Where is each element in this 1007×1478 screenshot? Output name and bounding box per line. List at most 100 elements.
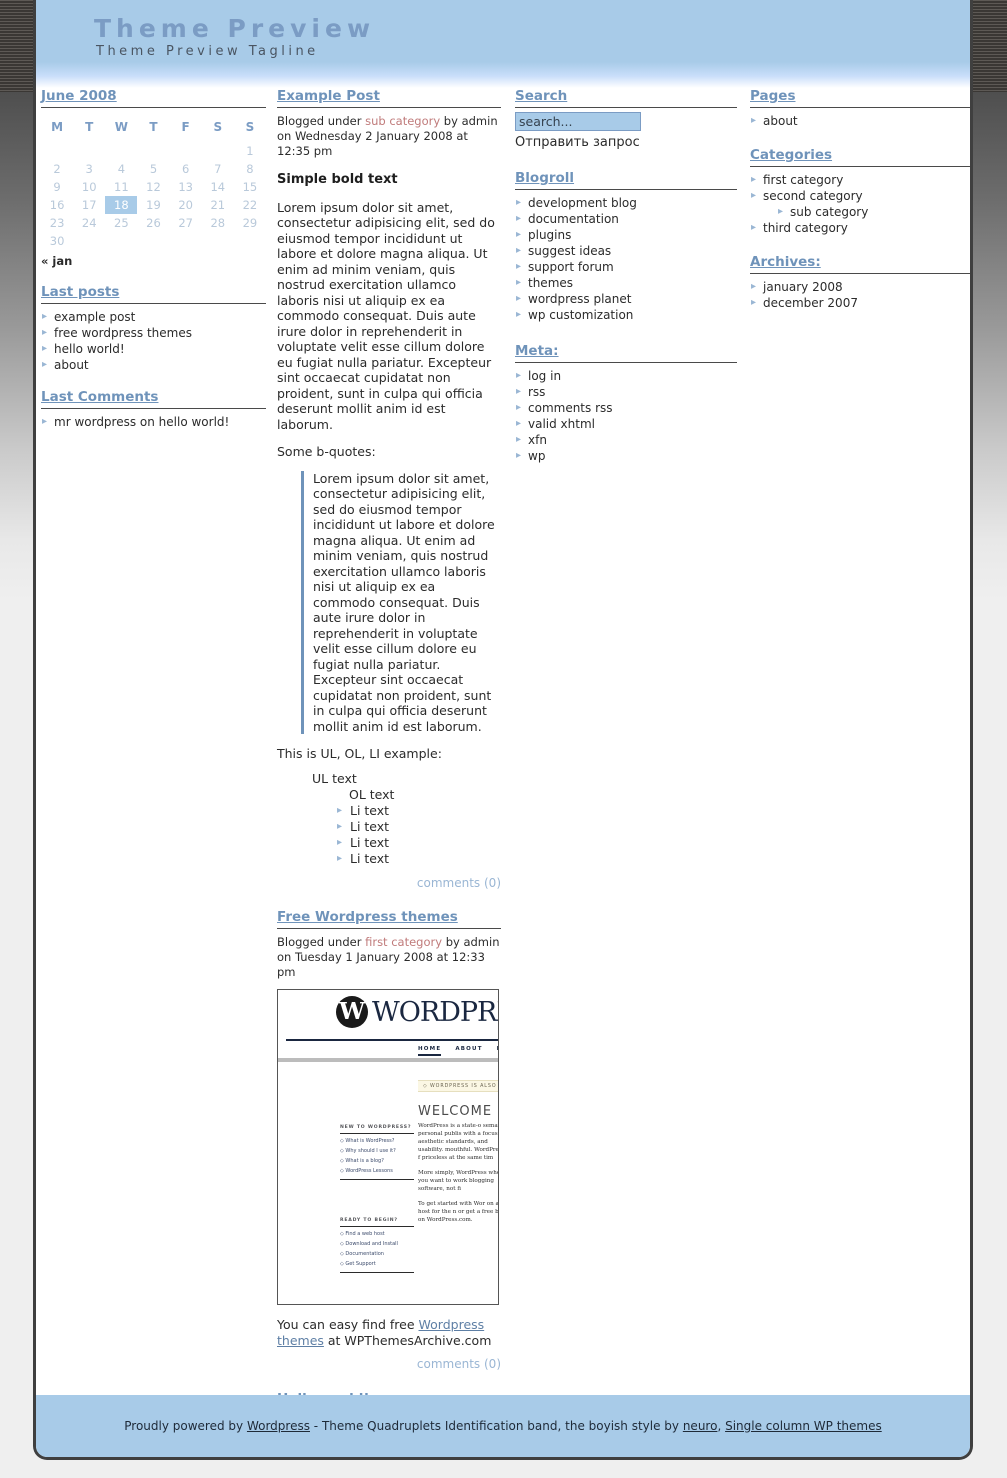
blogroll-link-6[interactable]: wordpress planet (528, 292, 631, 306)
calendar-day-12[interactable]: 12 (137, 178, 169, 196)
last-comment-link-0[interactable]: mr wordpress on hello world! (54, 415, 229, 429)
calendar-day-2[interactable]: 2 (41, 160, 73, 178)
widget-last-comments: Last Comments mr wordpress on hello worl… (41, 389, 266, 430)
list-item: suggest ideas (515, 243, 737, 259)
post-example-post: Example Post Blogged under sub category … (277, 88, 501, 891)
wordpress-block-rule-1 (340, 1272, 414, 1273)
archive-link-1[interactable]: december 2007 (763, 296, 858, 310)
calendar-day-27[interactable]: 27 (170, 214, 202, 232)
footer-neuro-link[interactable]: neuro (683, 1419, 718, 1433)
calendar-day-empty (105, 142, 137, 160)
wordpress-block-item-1-0: ◇ Find a web host (340, 1231, 385, 1237)
last-comments-list: mr wordpress on hello world! (41, 414, 266, 430)
calendar-day-empty (170, 232, 202, 250)
archives-list: january 2008 december 2007 (750, 279, 970, 311)
calendar-weekday-3: T (149, 120, 158, 134)
post-category-link[interactable]: sub category (365, 114, 440, 128)
calendar-day-19[interactable]: 19 (137, 196, 169, 214)
calendar-day-17[interactable]: 17 (73, 196, 105, 214)
wordpress-block-item-1-2: ◇ Documentation (340, 1251, 384, 1257)
list-item: comments rss (515, 400, 737, 416)
list-item: free wordpress themes (41, 325, 266, 341)
blogroll-link-3[interactable]: suggest ideas (528, 244, 611, 258)
search-input[interactable] (515, 112, 641, 131)
footer-mid: - Theme Quadruplets Identification band,… (309, 1419, 683, 1433)
calendar-day-25[interactable]: 25 (105, 214, 137, 232)
category-link-1[interactable]: second category (763, 189, 863, 203)
calendar-day-9[interactable]: 9 (41, 178, 73, 196)
calendar-day-23[interactable]: 23 (41, 214, 73, 232)
meta-link-3[interactable]: valid xhtml (528, 417, 595, 431)
last-post-link-1[interactable]: free wordpress themes (54, 326, 192, 340)
calendar-day-16[interactable]: 16 (41, 196, 73, 214)
list-item: wp (515, 448, 737, 464)
calendar-day-10[interactable]: 10 (73, 178, 105, 196)
archive-link-0[interactable]: january 2008 (763, 280, 843, 294)
blogroll-link-7[interactable]: wp customization (528, 308, 633, 322)
calendar-prev-link[interactable]: « jan (41, 250, 266, 268)
calendar-day-11[interactable]: 11 (105, 178, 137, 196)
li-list: Li textLi textLi textLi text (337, 803, 501, 867)
post-comments-link[interactable]: comments (0) (277, 876, 501, 892)
meta-link-1[interactable]: rss (528, 385, 545, 399)
comments-count-label[interactable]: comments (0) (417, 876, 501, 890)
blogroll-list: development blog documentation plugins sugg… (515, 195, 737, 323)
page-link-0[interactable]: about (763, 114, 798, 128)
calendar-day-3[interactable]: 3 (73, 160, 105, 178)
post-title-link[interactable]: Free Wordpress themes (277, 909, 458, 925)
meta-link-5[interactable]: wp (528, 449, 545, 463)
meta-link-0[interactable]: log in (528, 369, 561, 383)
calendar-day-13[interactable]: 13 (170, 178, 202, 196)
site-title[interactable]: Theme Preview (94, 14, 375, 43)
last-post-link-0[interactable]: example post (54, 310, 135, 324)
search-submit-button[interactable]: Отправить запрос (515, 135, 640, 150)
footer-themes-link[interactable]: Single column WP themes (725, 1419, 882, 1433)
calendar-day-15[interactable]: 15 (234, 178, 266, 196)
meta-link-2[interactable]: comments rss (528, 401, 613, 415)
calendar-day-6[interactable]: 6 (170, 160, 202, 178)
calendar-day-4[interactable]: 4 (105, 160, 137, 178)
last-post-link-2[interactable]: hello world! (54, 342, 125, 356)
calendar-day-7[interactable]: 7 (202, 160, 234, 178)
calendar-prev-label[interactable]: « jan (41, 254, 72, 268)
post-meta: Blogged under sub category by admin on W… (277, 114, 501, 159)
calendar-week-row: 16 17 18 19 20 21 22 (41, 196, 266, 214)
calendar-day-1[interactable]: 1 (234, 142, 266, 160)
wordpress-nav-item-2: EXTEND (497, 1046, 498, 1052)
calendar-day-24[interactable]: 24 (73, 214, 105, 232)
blogroll-link-0[interactable]: development blog (528, 196, 637, 210)
category-link-0[interactable]: first category (763, 173, 843, 187)
calendar-day-5[interactable]: 5 (137, 160, 169, 178)
wordpress-wordmark: WORDPRE (372, 997, 498, 1028)
sub-category-link-0[interactable]: sub category (790, 205, 868, 219)
calendar-day-20[interactable]: 20 (170, 196, 202, 214)
last-comments-title: Last Comments (41, 389, 266, 409)
wordpress-paragraph-0: WordPress is a state-o semantic personal… (418, 1123, 499, 1161)
calendar-day-22[interactable]: 22 (234, 196, 266, 214)
wordpress-notice-banner: ◇ WORDPRESS IS ALSO (418, 1080, 498, 1092)
calendar-day-empty (202, 232, 234, 250)
calendar-day-30[interactable]: 30 (41, 232, 73, 250)
calendar-day-21[interactable]: 21 (202, 196, 234, 214)
footer-wordpress-link[interactable]: Wordpress (247, 1419, 310, 1433)
calendar-week-row: 2345678 (41, 160, 266, 178)
calendar-day-18[interactable]: 18 (105, 196, 138, 214)
calendar-day-26[interactable]: 26 (137, 214, 169, 232)
post-category-link[interactable]: first category (365, 935, 442, 949)
comments-count-label[interactable]: comments (0) (417, 1357, 501, 1371)
blogroll-link-2[interactable]: plugins (528, 228, 571, 242)
blogroll-link-5[interactable]: themes (528, 276, 573, 290)
list-item: plugins (515, 227, 737, 243)
category-link-2[interactable]: third category (763, 221, 848, 235)
calendar-day-29[interactable]: 29 (234, 214, 266, 232)
post-title-link[interactable]: Example Post (277, 88, 380, 104)
blogroll-link-4[interactable]: support forum (528, 260, 614, 274)
calendar-day-8[interactable]: 8 (234, 160, 266, 178)
last-post-link-3[interactable]: about (54, 358, 89, 372)
calendar-day-14[interactable]: 14 (202, 178, 234, 196)
pages-list: about (750, 113, 970, 129)
calendar-day-28[interactable]: 28 (202, 214, 234, 232)
meta-link-4[interactable]: xfn (528, 433, 547, 447)
post-comments-link[interactable]: comments (0) (277, 1357, 501, 1373)
blogroll-link-1[interactable]: documentation (528, 212, 619, 226)
